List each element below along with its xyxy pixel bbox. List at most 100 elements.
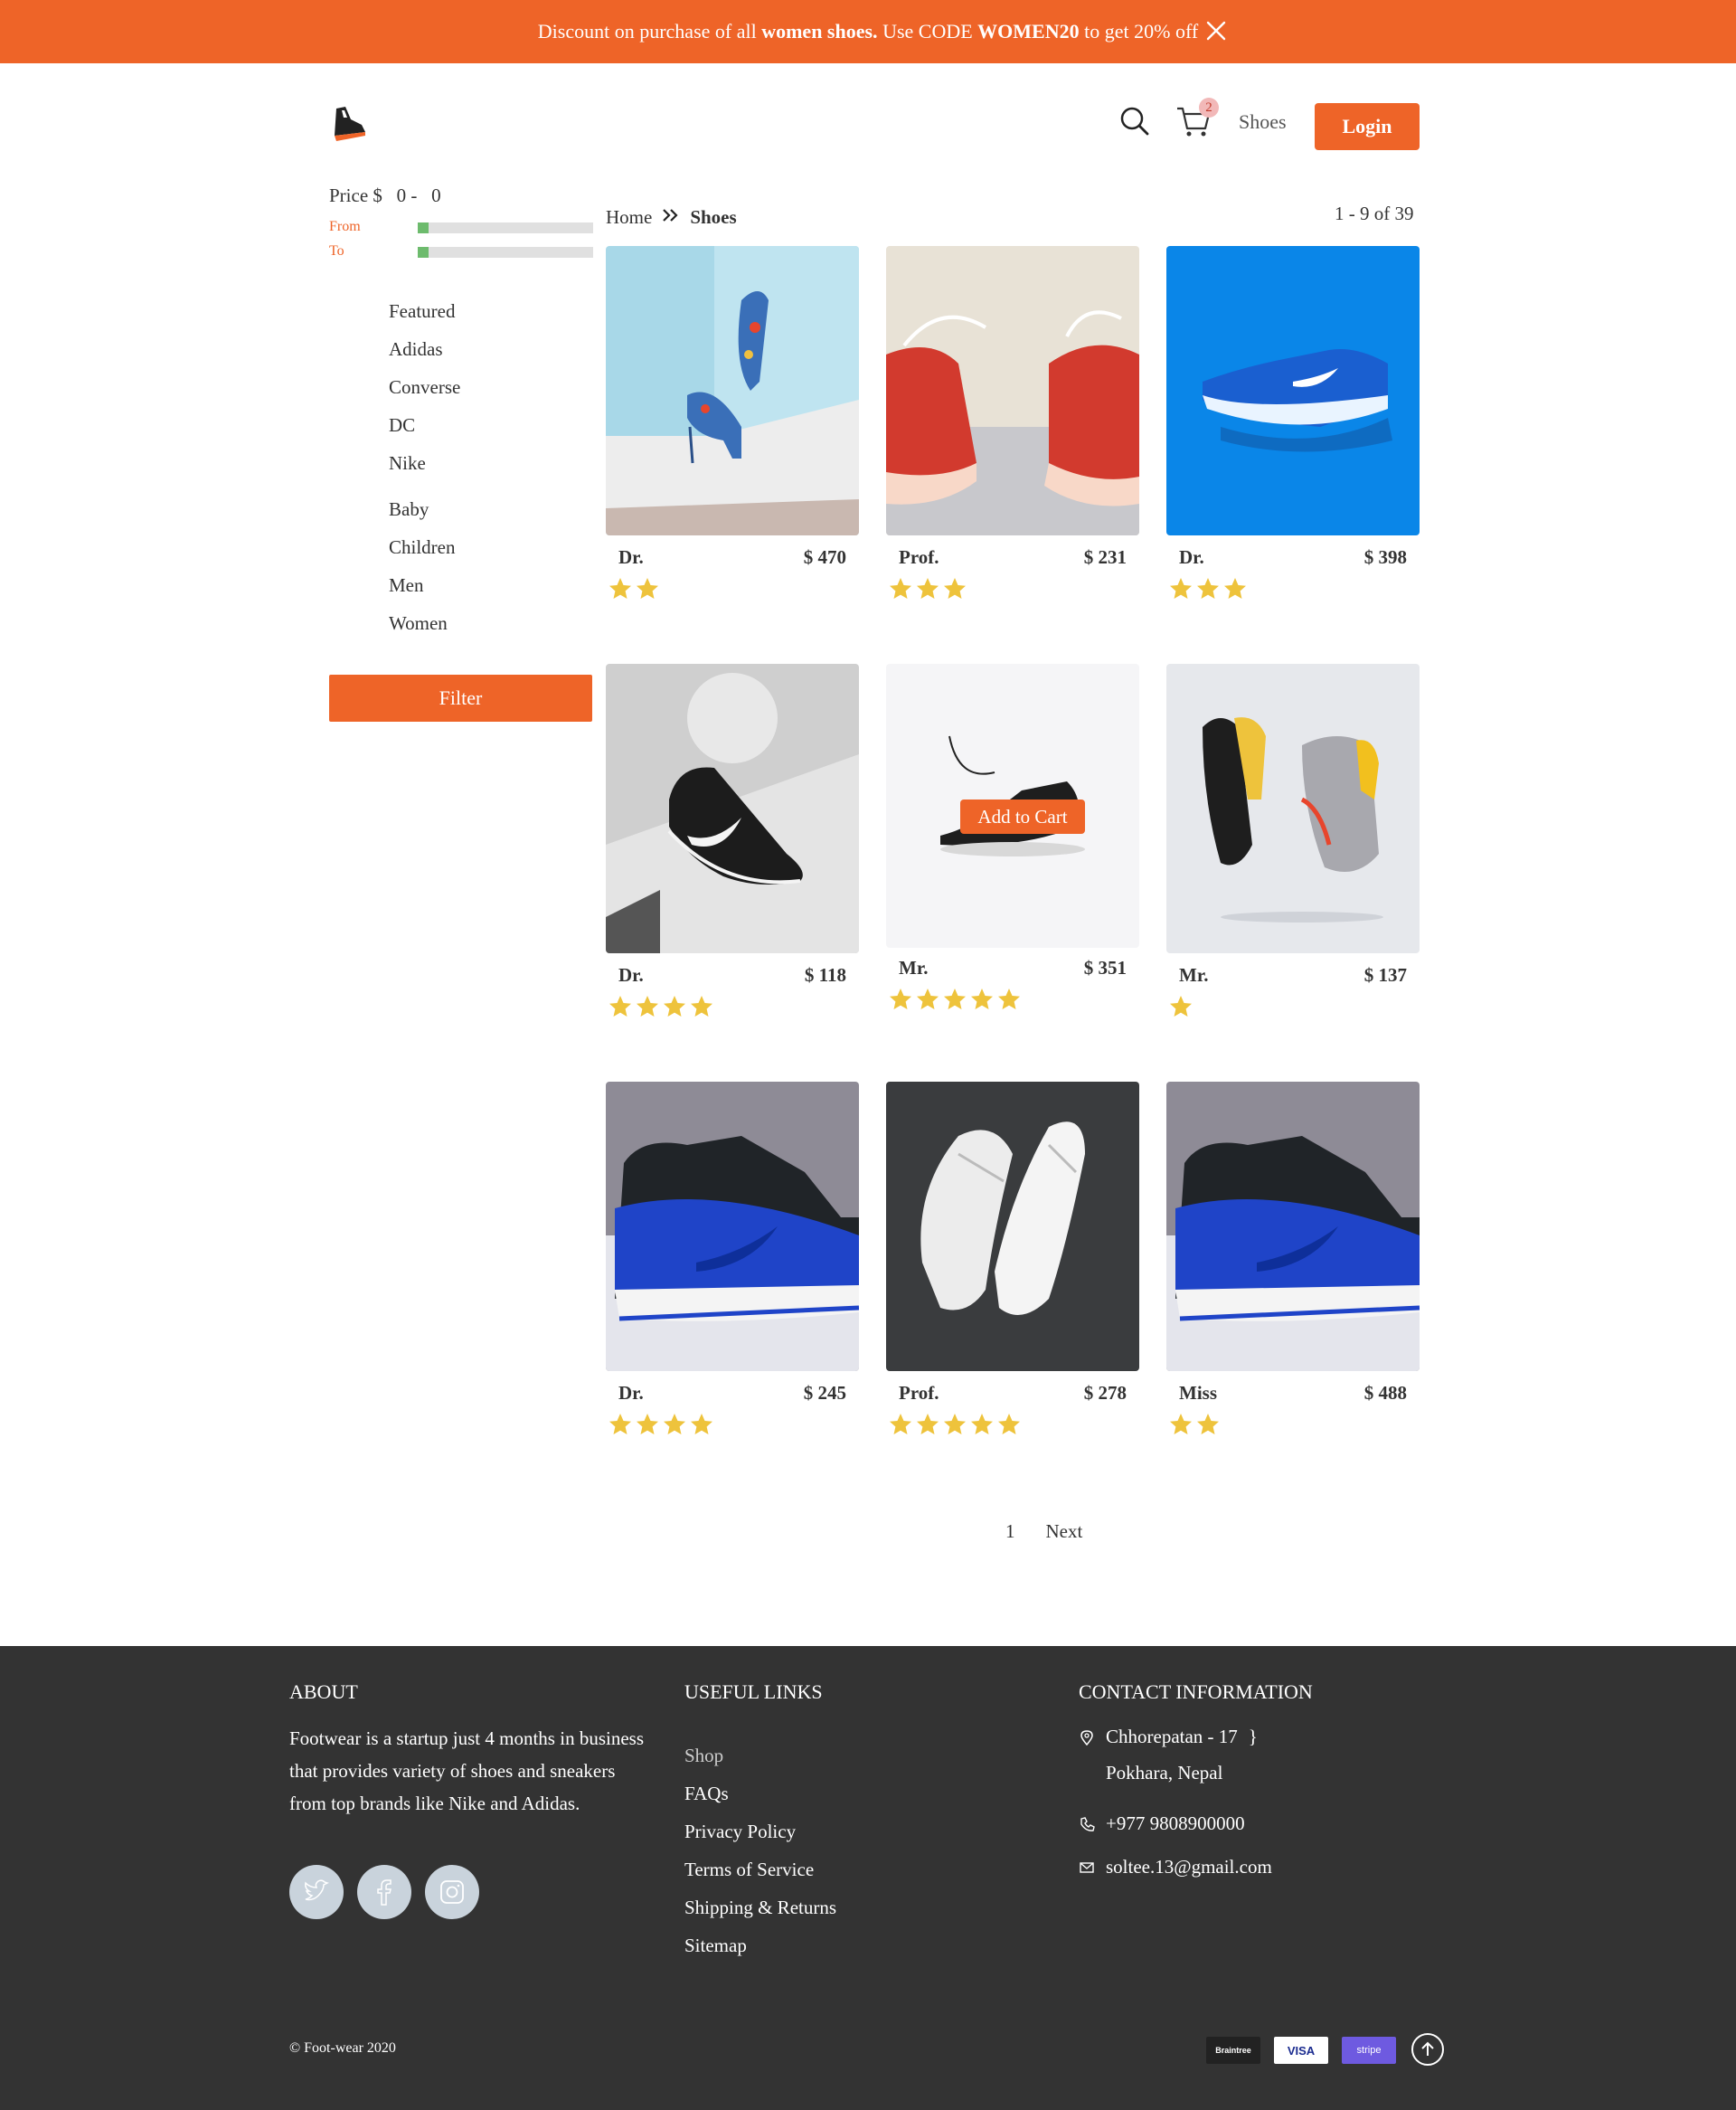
star-icon [998, 989, 1020, 1009]
pagination: 1 Next [1005, 1520, 1082, 1543]
brand-item-featured[interactable]: Featured [389, 292, 460, 330]
product-price: $ 351 [1083, 957, 1127, 979]
footer-link-faqs[interactable]: FAQs [684, 1774, 836, 1812]
product-price: $ 398 [1363, 546, 1407, 568]
product-card[interactable]: Dr. $ 245 [606, 1082, 859, 1435]
to-slider[interactable] [418, 247, 593, 258]
breadcrumb: Home Shoes [606, 206, 737, 229]
brand-item-adidas[interactable]: Adidas [389, 330, 460, 368]
instagram-icon[interactable] [425, 1865, 479, 1919]
phone-number[interactable]: +977 9808900000 [1106, 1812, 1245, 1835]
about-text: Footwear is a startup just 4 months in b… [289, 1727, 644, 1814]
product-card[interactable]: Dr. $ 118 [606, 664, 859, 1017]
footer-link-terms[interactable]: Terms of Service [684, 1850, 836, 1888]
product-image[interactable] [1166, 246, 1420, 535]
add-to-cart-button[interactable]: Add to Cart [960, 800, 1085, 834]
star-icon [691, 1414, 712, 1434]
from-slider-thumb[interactable] [418, 222, 429, 233]
from-slider[interactable] [418, 222, 593, 233]
arrow-up-icon[interactable] [1411, 2033, 1444, 2066]
promo-banner: Discount on purchase of all women shoes.… [0, 0, 1736, 63]
star-icon [609, 578, 631, 599]
address-line2: Pokhara, Nepal [1106, 1762, 1223, 1784]
product-image[interactable] [606, 1082, 859, 1371]
star-icon [664, 1414, 685, 1434]
star-icon [971, 989, 993, 1009]
filter-button[interactable]: Filter [329, 675, 592, 722]
nav-shoes-link[interactable]: Shoes [1239, 110, 1287, 134]
footer: ABOUT Footwear is a startup just 4 month… [0, 1646, 1736, 2110]
rating-stars [1166, 569, 1420, 600]
product-price: $ 118 [804, 964, 846, 986]
brand-item-nike[interactable]: Nike [389, 444, 460, 482]
rating-stars [1166, 987, 1420, 1017]
product-price: $ 470 [803, 546, 846, 568]
brand-item-dc[interactable]: DC [389, 406, 460, 444]
footer-link-shop[interactable]: Shop [684, 1736, 836, 1774]
brand-item-converse[interactable]: Converse [389, 368, 460, 406]
twitter-icon[interactable] [289, 1865, 344, 1919]
star-icon [917, 989, 939, 1009]
star-icon [944, 578, 966, 599]
close-icon[interactable] [1205, 20, 1227, 42]
rating-stars [606, 1405, 859, 1435]
footer-link-sitemap[interactable]: Sitemap [684, 1926, 836, 1964]
facebook-icon[interactable] [357, 1865, 411, 1919]
login-button[interactable]: Login [1315, 103, 1420, 150]
category-item-men[interactable]: Men [389, 566, 456, 604]
product-card[interactable]: Prof. $ 278 [886, 1082, 1139, 1435]
product-image[interactable] [1166, 1082, 1420, 1371]
star-icon [1170, 578, 1192, 599]
footer-link-shipping[interactable]: Shipping & Returns [684, 1888, 836, 1926]
breadcrumb-home[interactable]: Home [606, 206, 652, 229]
product-title: Dr. [618, 1382, 644, 1404]
promo-text-part: to get 20% off [1079, 20, 1199, 43]
product-image[interactable] [606, 664, 859, 953]
page-number[interactable]: 1 [1005, 1520, 1015, 1543]
product-title: Dr. [618, 546, 644, 568]
to-slider-thumb[interactable] [418, 247, 429, 258]
price-range-label: Price $ 0 - 0 [329, 185, 441, 207]
star-icon [890, 989, 911, 1009]
product-image[interactable]: Add to Cart [886, 664, 1139, 948]
star-icon [1224, 578, 1246, 599]
about-title: ABOUT [289, 1680, 358, 1703]
contact-address: Chhorepatan - 17 Pokhara, Nepal } [1079, 1726, 1258, 1791]
star-icon [890, 1414, 911, 1434]
product-image[interactable] [1166, 664, 1420, 953]
footer-link-privacy[interactable]: Privacy Policy [684, 1812, 836, 1850]
category-item-baby[interactable]: Baby [389, 490, 456, 528]
product-title: Dr. [1179, 546, 1204, 568]
product-image[interactable] [886, 1082, 1139, 1371]
search-icon[interactable] [1119, 106, 1150, 137]
product-title: Prof. [899, 546, 939, 568]
star-icon [691, 996, 712, 1017]
category-item-children[interactable]: Children [389, 528, 456, 566]
product-card[interactable]: Prof. $ 231 [886, 246, 1139, 600]
visa-badge: VISA [1274, 2037, 1328, 2064]
product-price: $ 231 [1083, 546, 1127, 568]
product-card[interactable]: Miss $ 488 [1166, 1082, 1420, 1435]
star-icon [1170, 996, 1192, 1017]
star-icon [917, 578, 939, 599]
star-icon [1170, 1414, 1192, 1434]
email-address[interactable]: soltee.13@gmail.com [1106, 1856, 1272, 1878]
star-icon [944, 1414, 966, 1434]
links-title: USEFUL LINKS [684, 1680, 823, 1703]
category-item-women[interactable]: Women [389, 604, 456, 642]
star-icon [637, 578, 658, 599]
product-card[interactable]: Mr. $ 137 [1166, 664, 1420, 1017]
product-card[interactable]: Dr. $ 398 [1166, 246, 1420, 600]
price-separator: - [410, 185, 418, 206]
product-card[interactable]: Add to Cart Mr. $ 351 [886, 664, 1139, 1010]
product-image[interactable] [606, 246, 859, 535]
product-image[interactable] [886, 246, 1139, 535]
star-icon [609, 996, 631, 1017]
next-page-link[interactable]: Next [1046, 1520, 1083, 1543]
product-card[interactable]: Dr. $ 470 [606, 246, 859, 600]
copyright: © Foot-wear 2020 [289, 2040, 396, 2056]
star-icon [637, 996, 658, 1017]
product-price: $ 488 [1363, 1382, 1407, 1404]
logo-shoe-icon[interactable] [329, 105, 367, 145]
rating-stars [606, 987, 859, 1017]
